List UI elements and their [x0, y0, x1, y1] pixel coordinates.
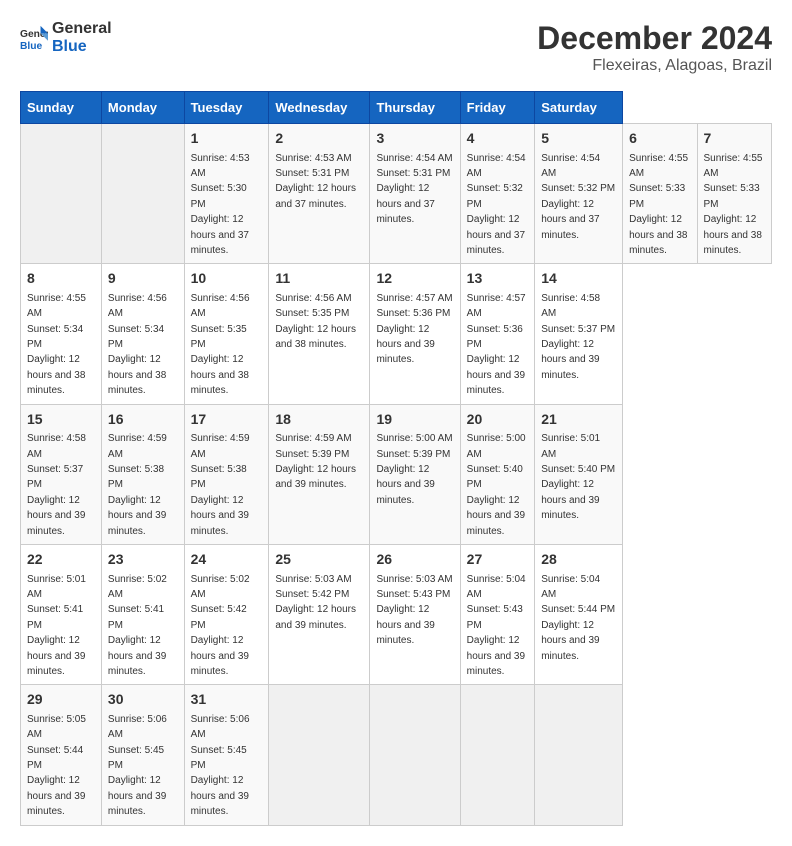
- logo: General Blue General Blue: [20, 20, 112, 55]
- logo-icon: General Blue: [20, 24, 48, 52]
- calendar-cell: 13Sunrise: 4:57 AMSunset: 5:36 PMDayligh…: [460, 264, 535, 404]
- header-thursday: Thursday: [370, 92, 460, 124]
- calendar-cell: 26Sunrise: 5:03 AMSunset: 5:43 PMDayligh…: [370, 544, 460, 684]
- calendar-cell-empty: [535, 685, 623, 825]
- calendar-cell: 2Sunrise: 4:53 AMSunset: 5:31 PMDaylight…: [269, 124, 370, 264]
- calendar-cell: 30Sunrise: 5:06 AMSunset: 5:45 PMDayligh…: [101, 685, 184, 825]
- calendar-cell: 4Sunrise: 4:54 AMSunset: 5:32 PMDaylight…: [460, 124, 535, 264]
- calendar-week-row: 1Sunrise: 4:53 AMSunset: 5:30 PMDaylight…: [21, 124, 772, 264]
- calendar-title-area: December 2024 Flexeiras, Alagoas, Brazil: [537, 20, 772, 75]
- calendar-cell: 27Sunrise: 5:04 AMSunset: 5:43 PMDayligh…: [460, 544, 535, 684]
- calendar-header-row: SundayMondayTuesdayWednesdayThursdayFrid…: [21, 92, 772, 124]
- header-friday: Friday: [460, 92, 535, 124]
- calendar-week-row: 22Sunrise: 5:01 AMSunset: 5:41 PMDayligh…: [21, 544, 772, 684]
- calendar-week-row: 29Sunrise: 5:05 AMSunset: 5:44 PMDayligh…: [21, 685, 772, 825]
- calendar-cell: 29Sunrise: 5:05 AMSunset: 5:44 PMDayligh…: [21, 685, 102, 825]
- calendar-cell-empty: [21, 124, 102, 264]
- calendar-cell: 6Sunrise: 4:55 AMSunset: 5:33 PMDaylight…: [623, 124, 697, 264]
- calendar-week-row: 8Sunrise: 4:55 AMSunset: 5:34 PMDaylight…: [21, 264, 772, 404]
- month-year-title: December 2024: [537, 20, 772, 57]
- calendar-cell: 18Sunrise: 4:59 AMSunset: 5:39 PMDayligh…: [269, 404, 370, 544]
- calendar-table: SundayMondayTuesdayWednesdayThursdayFrid…: [20, 91, 772, 826]
- calendar-cell-empty: [370, 685, 460, 825]
- calendar-cell: 28Sunrise: 5:04 AMSunset: 5:44 PMDayligh…: [535, 544, 623, 684]
- calendar-week-row: 15Sunrise: 4:58 AMSunset: 5:37 PMDayligh…: [21, 404, 772, 544]
- calendar-cell: 1Sunrise: 4:53 AMSunset: 5:30 PMDaylight…: [184, 124, 269, 264]
- header-saturday: Saturday: [535, 92, 623, 124]
- calendar-cell: 17Sunrise: 4:59 AMSunset: 5:38 PMDayligh…: [184, 404, 269, 544]
- page-header: General Blue General Blue December 2024 …: [20, 20, 772, 75]
- header-sunday: Sunday: [21, 92, 102, 124]
- calendar-cell: 16Sunrise: 4:59 AMSunset: 5:38 PMDayligh…: [101, 404, 184, 544]
- logo-general-text: General: [52, 20, 112, 38]
- calendar-cell: 10Sunrise: 4:56 AMSunset: 5:35 PMDayligh…: [184, 264, 269, 404]
- calendar-cell: 7Sunrise: 4:55 AMSunset: 5:33 PMDaylight…: [697, 124, 771, 264]
- calendar-cell: 31Sunrise: 5:06 AMSunset: 5:45 PMDayligh…: [184, 685, 269, 825]
- calendar-cell: 5Sunrise: 4:54 AMSunset: 5:32 PMDaylight…: [535, 124, 623, 264]
- calendar-cell: 9Sunrise: 4:56 AMSunset: 5:34 PMDaylight…: [101, 264, 184, 404]
- logo-blue-text: Blue: [52, 38, 112, 56]
- calendar-cell: 20Sunrise: 5:00 AMSunset: 5:40 PMDayligh…: [460, 404, 535, 544]
- calendar-cell: 3Sunrise: 4:54 AMSunset: 5:31 PMDaylight…: [370, 124, 460, 264]
- calendar-cell: 14Sunrise: 4:58 AMSunset: 5:37 PMDayligh…: [535, 264, 623, 404]
- calendar-cell: 19Sunrise: 5:00 AMSunset: 5:39 PMDayligh…: [370, 404, 460, 544]
- calendar-cell: 12Sunrise: 4:57 AMSunset: 5:36 PMDayligh…: [370, 264, 460, 404]
- calendar-cell: 22Sunrise: 5:01 AMSunset: 5:41 PMDayligh…: [21, 544, 102, 684]
- calendar-cell-empty: [101, 124, 184, 264]
- calendar-cell: 8Sunrise: 4:55 AMSunset: 5:34 PMDaylight…: [21, 264, 102, 404]
- calendar-cell: 15Sunrise: 4:58 AMSunset: 5:37 PMDayligh…: [21, 404, 102, 544]
- calendar-cell: 21Sunrise: 5:01 AMSunset: 5:40 PMDayligh…: [535, 404, 623, 544]
- calendar-cell: 25Sunrise: 5:03 AMSunset: 5:42 PMDayligh…: [269, 544, 370, 684]
- calendar-cell: 23Sunrise: 5:02 AMSunset: 5:41 PMDayligh…: [101, 544, 184, 684]
- svg-text:Blue: Blue: [20, 41, 43, 52]
- calendar-cell: 11Sunrise: 4:56 AMSunset: 5:35 PMDayligh…: [269, 264, 370, 404]
- calendar-cell-empty: [460, 685, 535, 825]
- location-subtitle: Flexeiras, Alagoas, Brazil: [537, 57, 772, 75]
- header-wednesday: Wednesday: [269, 92, 370, 124]
- header-tuesday: Tuesday: [184, 92, 269, 124]
- calendar-cell-empty: [269, 685, 370, 825]
- calendar-cell: 24Sunrise: 5:02 AMSunset: 5:42 PMDayligh…: [184, 544, 269, 684]
- header-monday: Monday: [101, 92, 184, 124]
